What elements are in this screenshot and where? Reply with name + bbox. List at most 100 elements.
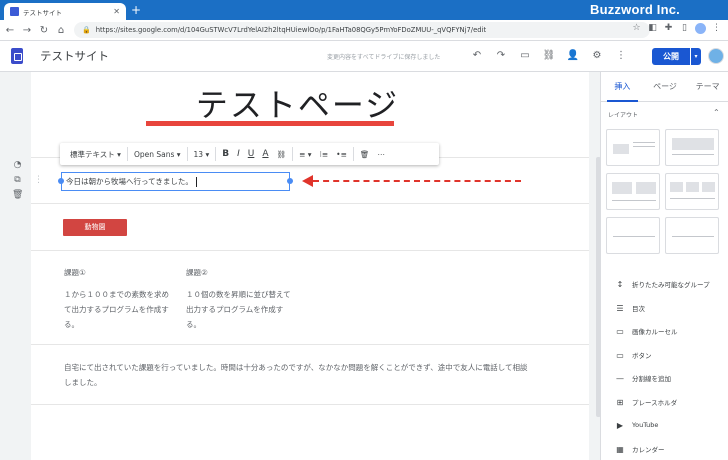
site-name[interactable]: テストサイト (40, 48, 109, 64)
resize-handle-right[interactable] (287, 178, 293, 184)
insert-link-icon[interactable]: ⛓ (273, 150, 291, 159)
section-divider (31, 404, 589, 405)
resize-handle-left[interactable] (58, 178, 64, 184)
insert-panel: 挿入 ページ テーマ レイアウト ⌃ ↕ 折りたたみ可能なグループ ☰ 目次 ▭… (600, 72, 728, 460)
sites-toolbar: テストサイト 変更内容をすべてドライブに保存しました ↶ ↷ ▭ ⛓ 👤 ⚙ ⋮… (0, 41, 728, 72)
paragraph-style-dropdown[interactable]: 標準テキスト ▾ (66, 149, 125, 160)
divider-icon: — (616, 373, 624, 383)
component-item[interactable]: ▭ ボタン (601, 345, 728, 365)
font-size-dropdown[interactable]: 13 ▾ (190, 150, 214, 159)
zoo-button[interactable]: 動物園 (63, 219, 127, 236)
forward-icon[interactable]: → (20, 25, 34, 36)
sites-favicon-icon (10, 7, 19, 16)
numbered-list-icon[interactable]: ⁝≡ (316, 150, 333, 159)
browser-tab-bar: テストサイト ✕ + Buzzword Inc. (0, 0, 728, 20)
component-item[interactable]: — 分割線を追加 (601, 368, 728, 388)
puzzle-icon[interactable]: ✚ (663, 23, 674, 34)
publish-button[interactable]: 公開 (652, 48, 690, 65)
address-bar-row: ← → ↻ ⌂ 🔒 https://sites.google.com/d/104… (0, 20, 728, 41)
settings-gear-icon[interactable]: ⚙ (590, 49, 604, 63)
page-title[interactable]: テストページ (0, 80, 595, 126)
layout-option[interactable] (606, 217, 660, 254)
italic-button[interactable]: I (233, 149, 244, 159)
link-icon[interactable]: ⛓ (542, 49, 556, 63)
underline-button[interactable]: U (244, 149, 259, 159)
sidepanel-icon[interactable]: ▯ (679, 23, 690, 34)
sites-logo-icon[interactable] (11, 48, 23, 64)
section-divider (31, 344, 589, 345)
component-label: プレースホルダ (632, 399, 678, 407)
tab-title: テストサイト (23, 8, 62, 17)
layout-option[interactable] (665, 217, 719, 254)
browser-tab[interactable]: テストサイト ✕ (4, 3, 126, 20)
preview-icon[interactable]: ▭ (518, 49, 532, 63)
annotation-arrow-head (302, 175, 313, 187)
layout-image-icon (686, 182, 699, 192)
align-dropdown[interactable]: ≡ ▾ (295, 150, 315, 159)
menu-kebab-icon[interactable]: ⋮ (711, 23, 722, 34)
user-avatar[interactable] (708, 48, 724, 64)
tab-pages[interactable]: ページ (644, 72, 687, 101)
layout-option[interactable] (606, 173, 660, 210)
toolbar-icons: ↶ ↷ ▭ ⛓ 👤 ⚙ ⋮ (470, 49, 628, 63)
task1-body: １から１００までの素数を求めて出力するプログラムを作成する。 (64, 290, 169, 329)
reload-icon[interactable]: ↻ (37, 25, 51, 36)
home-icon[interactable]: ⌂ (54, 25, 68, 36)
remove-icon[interactable]: 🗑 (356, 150, 374, 159)
layout-option[interactable] (606, 129, 660, 166)
text-box-content[interactable]: 今日は朝から牧場へ行ってきました。 (66, 176, 197, 187)
palette-icon[interactable]: ◔ (12, 160, 23, 171)
component-item[interactable]: ⊞ プレースホルダ (601, 392, 728, 412)
text-caret (195, 177, 197, 187)
bookmark-star-icon[interactable]: ☆ (631, 23, 642, 34)
tab-insert[interactable]: 挿入 (601, 72, 644, 102)
delete-icon[interactable]: 🗑 (12, 190, 23, 201)
layout-line (670, 198, 715, 199)
url-input[interactable]: 🔒 https://sites.google.com/d/104GuSTWcV7… (74, 22, 650, 38)
bulleted-list-icon[interactable]: •≡ (332, 150, 351, 159)
close-tab-icon[interactable]: ✕ (113, 7, 120, 16)
youtube-icon: ▶ (616, 420, 624, 430)
back-icon[interactable]: ← (3, 25, 17, 36)
component-label: 画像カルーセル (632, 328, 678, 336)
component-item[interactable]: ↕ 折りたたみ可能なグループ (601, 274, 728, 294)
drag-handle-icon[interactable]: ⋮ (34, 175, 43, 185)
component-item[interactable]: ☰ 目次 (601, 298, 728, 318)
duplicate-icon[interactable]: ⧉ (12, 175, 23, 186)
new-tab-button[interactable]: + (131, 3, 141, 17)
layout-image-icon (670, 182, 683, 192)
undo-icon[interactable]: ↶ (470, 49, 484, 63)
component-label: YouTube (632, 421, 659, 429)
section-divider (31, 203, 589, 204)
more-vert-icon[interactable]: ⋮ (614, 49, 628, 63)
chevron-up-icon[interactable]: ⌃ (713, 108, 720, 117)
layout-line (672, 154, 714, 155)
toolbar-separator (292, 147, 294, 161)
profile-avatar[interactable] (695, 23, 706, 34)
button-icon: ▭ (616, 350, 624, 360)
layout-option[interactable] (665, 173, 719, 210)
publish-dropdown-icon[interactable]: ▾ (691, 48, 701, 65)
more-options-icon[interactable]: ⋯ (373, 150, 389, 159)
panel-tabs: 挿入 ページ テーマ (601, 72, 728, 102)
layout-option[interactable] (665, 129, 719, 166)
layout-image-icon (636, 182, 656, 194)
component-label: ボタン (632, 352, 652, 360)
component-item[interactable]: ▭ 画像カルーセル (601, 321, 728, 341)
component-item[interactable]: ▶ YouTube (601, 415, 728, 435)
extension-icon[interactable]: ◧ (647, 23, 658, 34)
layout-line (672, 236, 714, 237)
text-color-button[interactable]: A (258, 149, 272, 159)
font-dropdown[interactable]: Open Sans ▾ (130, 150, 185, 159)
component-item[interactable]: ▦ カレンダー (601, 439, 728, 459)
body-paragraph: 自宅にて出されていた課題を行っていました。時間は十分あったのですが、なかなか問題… (64, 363, 528, 387)
bold-button[interactable]: B (218, 149, 233, 159)
layout-line (613, 236, 655, 237)
canvas-scrollbar[interactable] (596, 157, 601, 417)
brand-watermark: Buzzword Inc. (590, 2, 680, 17)
selected-text-box[interactable]: 今日は朝から牧場へ行ってきました。 (61, 172, 290, 191)
redo-icon[interactable]: ↷ (494, 49, 508, 63)
share-icon[interactable]: 👤 (566, 49, 580, 63)
section-divider (31, 250, 589, 251)
tab-themes[interactable]: テーマ (686, 72, 728, 101)
